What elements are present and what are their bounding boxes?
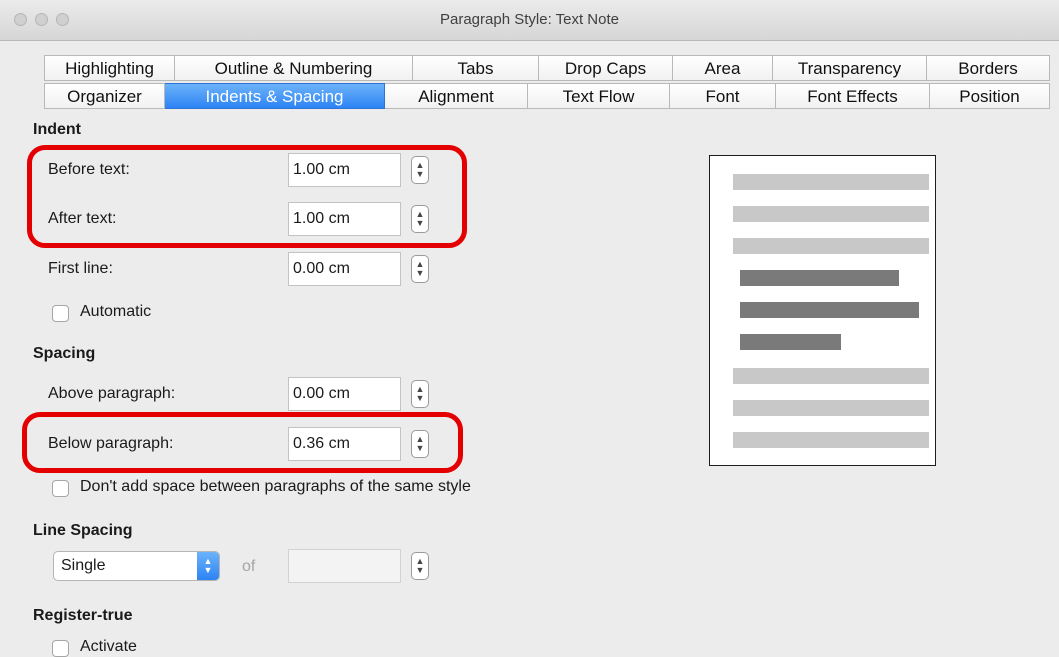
register-true-heading: Register-true [33,607,133,624]
tab-font[interactable]: Font [670,83,776,109]
preview-line [733,238,929,254]
tab-outline-numbering[interactable]: Outline & Numbering [175,55,413,81]
activate-checkbox[interactable] [52,640,69,657]
line-spacing-heading: Line Spacing [33,522,133,539]
preview-current-line [740,270,899,286]
no-space-same-style-label: Don't add space between paragraphs of th… [80,478,471,495]
no-space-same-style-checkbox[interactable] [52,480,69,497]
paragraph-preview [709,155,936,466]
tab-highlighting[interactable]: Highlighting [44,55,175,81]
first-line-field[interactable]: 0.00 cm [288,252,401,286]
tab-position[interactable]: Position [930,83,1050,109]
window-title: Paragraph Style: Text Note [440,11,619,28]
select-chevron-icon: ▲ ▼ [197,552,219,580]
above-paragraph-label: Above paragraph: [48,385,176,402]
preview-line [733,432,929,448]
above-paragraph-stepper[interactable]: ▲ ▼ [411,380,429,408]
tab-area[interactable]: Area [673,55,773,81]
preview-line [733,368,929,384]
automatic-label: Automatic [80,303,152,320]
above-paragraph-field[interactable]: 0.00 cm [288,377,401,411]
tab-transparency[interactable]: Transparency [773,55,927,81]
tab-drop-caps[interactable]: Drop Caps [539,55,673,81]
tab-row-1: Highlighting Outline & Numbering Tabs Dr… [44,55,1050,81]
indent-highlight-box [27,145,467,248]
title-bar: Paragraph Style: Text Note [0,0,1059,41]
first-line-label: First line: [48,260,113,277]
tab-borders[interactable]: Borders [927,55,1050,81]
line-spacing-of-label: of [242,558,256,575]
tab-tabs[interactable]: Tabs [413,55,539,81]
tab-alignment[interactable]: Alignment [385,83,528,109]
chevron-down-icon: ▼ [415,268,425,278]
tab-row-2: Organizer Indents & Spacing Alignment Te… [44,83,1050,109]
preview-line [733,206,929,222]
spacing-heading: Spacing [33,345,96,362]
automatic-checkbox[interactable] [52,305,69,322]
preview-current-line [740,334,841,350]
indent-heading: Indent [33,121,81,138]
tab-font-effects[interactable]: Font Effects [776,83,930,109]
spacing-highlight-box [22,412,463,473]
chevron-down-icon: ▼ [415,393,425,403]
activate-label: Activate [80,638,137,655]
tab-organizer[interactable]: Organizer [44,83,165,109]
first-line-stepper[interactable]: ▲ ▼ [411,255,429,283]
line-spacing-of-stepper[interactable]: ▲ ▼ [411,552,429,580]
tab-text-flow[interactable]: Text Flow [528,83,670,109]
preview-line [733,400,929,416]
line-spacing-of-field[interactable] [288,549,401,583]
preview-line [733,174,929,190]
chevron-down-icon: ▼ [415,565,425,575]
preview-current-line [740,302,919,318]
line-spacing-value: Single [61,557,106,574]
tab-indents-spacing[interactable]: Indents & Spacing [165,83,385,109]
line-spacing-select[interactable]: Single ▲ ▼ [53,551,220,581]
